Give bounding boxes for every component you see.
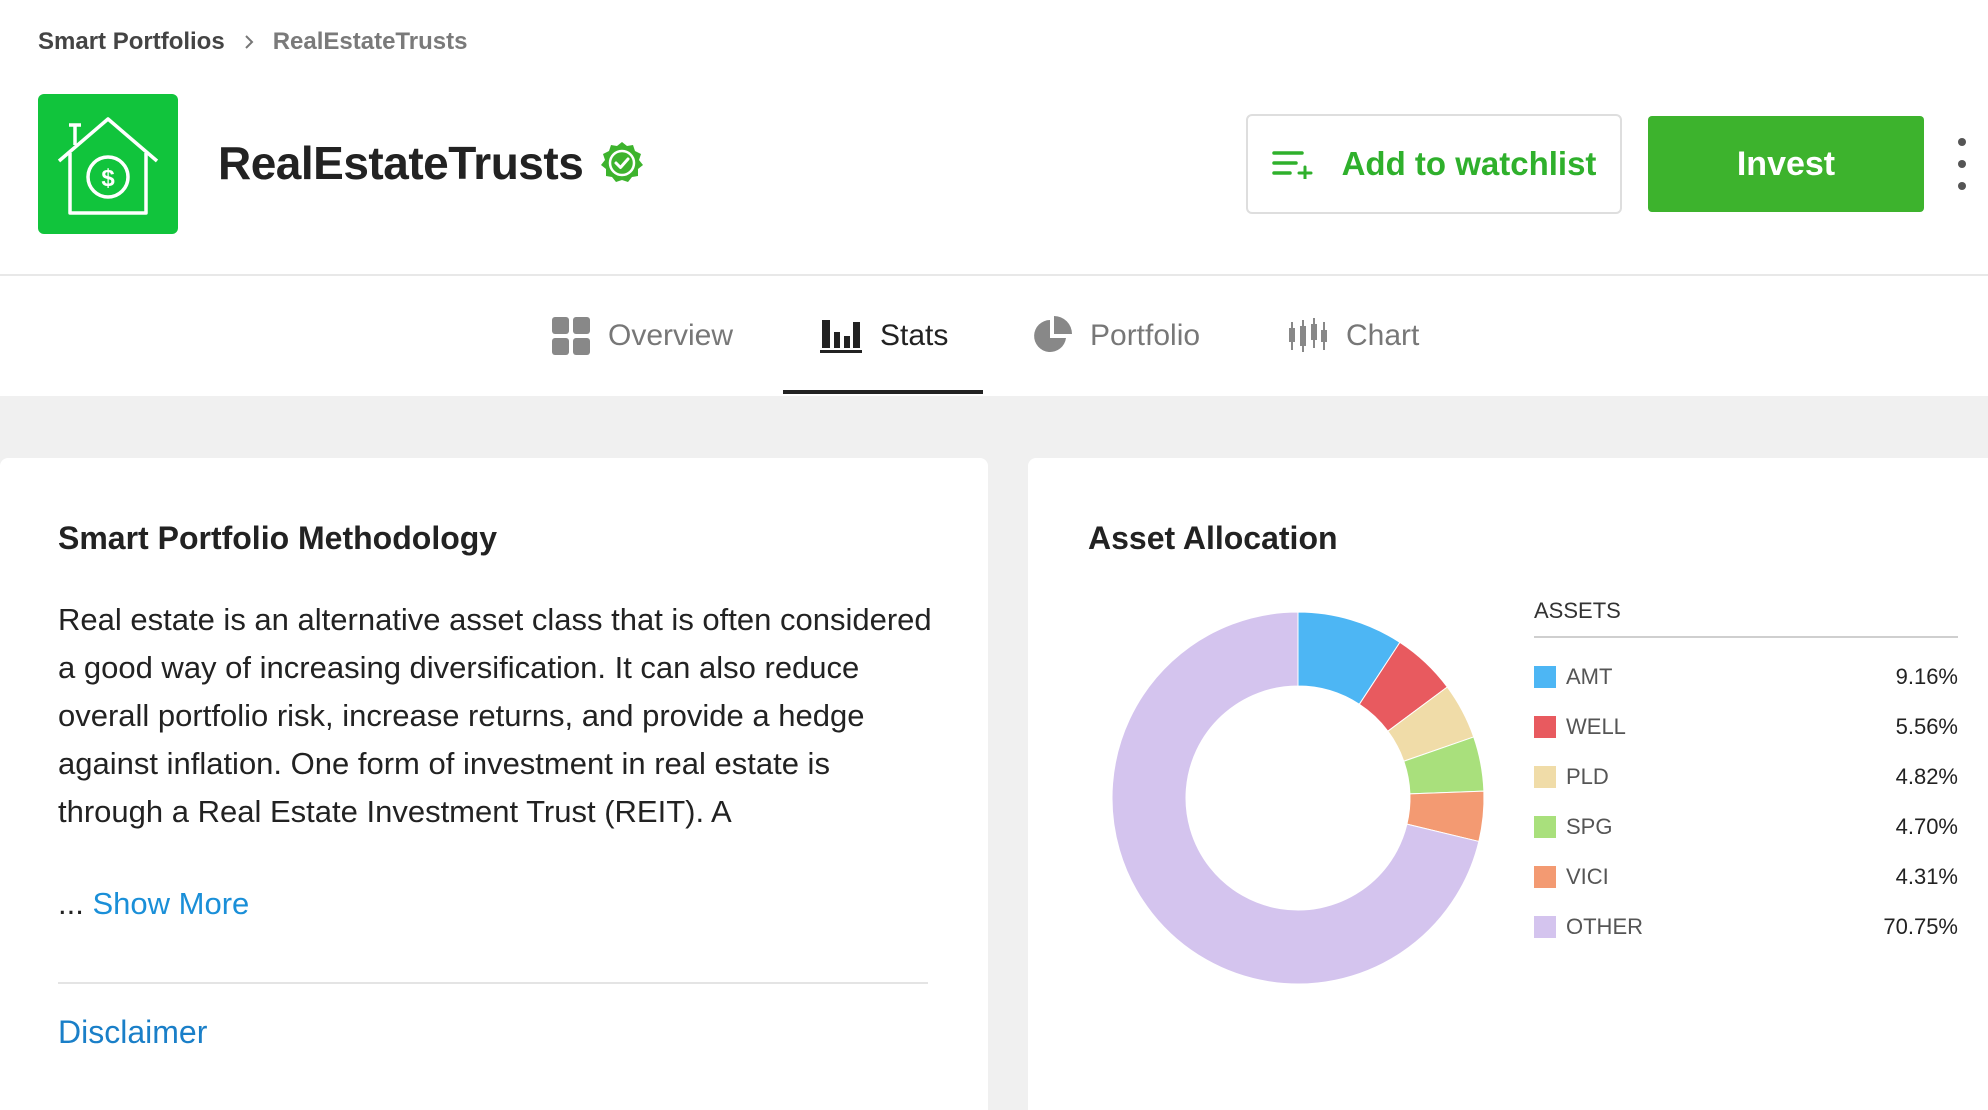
methodology-title: Smart Portfolio Methodology xyxy=(58,520,498,556)
methodology-text: Real estate is an alternative asset clas… xyxy=(58,602,932,829)
more-options-icon[interactable] xyxy=(1950,138,1974,190)
legend-value: 4.31% xyxy=(1895,864,1958,889)
chevron-right-icon xyxy=(243,33,255,51)
tab-overview-label: Overview xyxy=(608,319,734,352)
legend-label: PLD xyxy=(1566,764,1609,789)
tab-stats-label: Stats xyxy=(880,319,949,352)
methodology-card: Smart Portfolio Methodology Real estate … xyxy=(0,458,988,1110)
add-to-watchlist-button[interactable]: Add to watchlist xyxy=(1246,114,1622,214)
show-more-row: ... Show More xyxy=(58,886,249,922)
legend-item-amt[interactable]: AMT 9.16% xyxy=(1534,652,1958,702)
legend-swatch xyxy=(1534,766,1556,788)
tab-chart-label: Chart xyxy=(1346,319,1420,352)
legend-swatch xyxy=(1534,716,1556,738)
legend-item-well[interactable]: WELL 5.56% xyxy=(1534,702,1958,752)
breadcrumb: Smart Portfolios RealEstateTrusts xyxy=(38,28,467,56)
watchlist-label: Add to watchlist xyxy=(1341,145,1597,182)
tab-portfolio-label: Portfolio xyxy=(1090,319,1201,352)
legend-header: ASSETS xyxy=(1534,598,1958,638)
legend-value: 4.70% xyxy=(1895,814,1958,839)
invest-button[interactable]: Invest xyxy=(1648,116,1924,212)
disclaimer-link[interactable]: Disclaimer xyxy=(58,1014,207,1051)
legend-swatch xyxy=(1534,866,1556,888)
legend-item-other[interactable]: OTHER 70.75% xyxy=(1534,902,1958,952)
tab-portfolio[interactable]: Portfolio xyxy=(1032,276,1200,396)
legend-value: 4.82% xyxy=(1895,764,1958,789)
verified-badge-icon xyxy=(599,140,645,186)
active-tab-indicator xyxy=(783,390,983,394)
legend-rows: AMT 9.16% WELL 5.56% PLD 4.82% SPG 4.70% VICI 4.3… xyxy=(1534,652,1958,952)
legend-label: AMT xyxy=(1566,664,1613,689)
legend-label: WELL xyxy=(1566,714,1626,739)
tab-bar: Overview Stats Portfolio Chart xyxy=(0,276,1988,396)
portfolio-header: $ RealEstateTrusts Add to watchlist Inve… xyxy=(0,94,1988,276)
list-add-icon xyxy=(1271,149,1314,179)
legend-label: VICI xyxy=(1566,864,1609,889)
legend-item-vici[interactable]: VICI 4.31% xyxy=(1534,852,1958,902)
card-divider xyxy=(58,982,928,984)
ellipsis: ... xyxy=(58,886,84,921)
breadcrumb-smart-portfolios-link[interactable]: Smart Portfolios xyxy=(38,28,225,56)
asset-donut-chart xyxy=(1111,611,1485,985)
legend-value: 9.16% xyxy=(1895,664,1958,689)
asset-allocation-title: Asset Allocation xyxy=(1088,520,1338,556)
legend-swatch xyxy=(1534,816,1556,838)
tab-chart[interactable]: Chart xyxy=(1288,276,1419,396)
breadcrumb-current: RealEstateTrusts xyxy=(272,28,468,55)
legend-swatch xyxy=(1534,666,1556,688)
legend-label: SPG xyxy=(1566,814,1613,839)
candlestick-icon xyxy=(1288,318,1328,354)
legend-value: 5.56% xyxy=(1895,714,1958,739)
legend-label: OTHER xyxy=(1566,914,1643,939)
title-wrap: RealEstateTrusts xyxy=(218,136,645,190)
asset-legend: ASSETS AMT 9.16% WELL 5.56% PLD 4.82% SPG 4.70%… xyxy=(1534,598,1958,952)
tab-overview[interactable]: Overview xyxy=(552,276,733,396)
house-dollar-logo: $ xyxy=(38,94,178,234)
page-title: RealEstateTrusts xyxy=(218,137,584,189)
svg-text:$: $ xyxy=(101,165,115,192)
grid-icon xyxy=(552,317,590,355)
tab-stats[interactable]: Stats xyxy=(820,276,948,396)
bar-chart-icon xyxy=(820,318,862,354)
legend-swatch xyxy=(1534,916,1556,938)
pie-chart-icon xyxy=(1032,316,1072,356)
legend-item-pld[interactable]: PLD 4.82% xyxy=(1534,752,1958,802)
asset-allocation-card: Asset Allocation ASSETS AMT 9.16% WELL 5.56… xyxy=(1028,458,1988,1110)
show-more-link[interactable]: Show More xyxy=(92,886,249,921)
legend-value: 70.75% xyxy=(1883,914,1958,939)
legend-item-spg[interactable]: SPG 4.70% xyxy=(1534,802,1958,852)
